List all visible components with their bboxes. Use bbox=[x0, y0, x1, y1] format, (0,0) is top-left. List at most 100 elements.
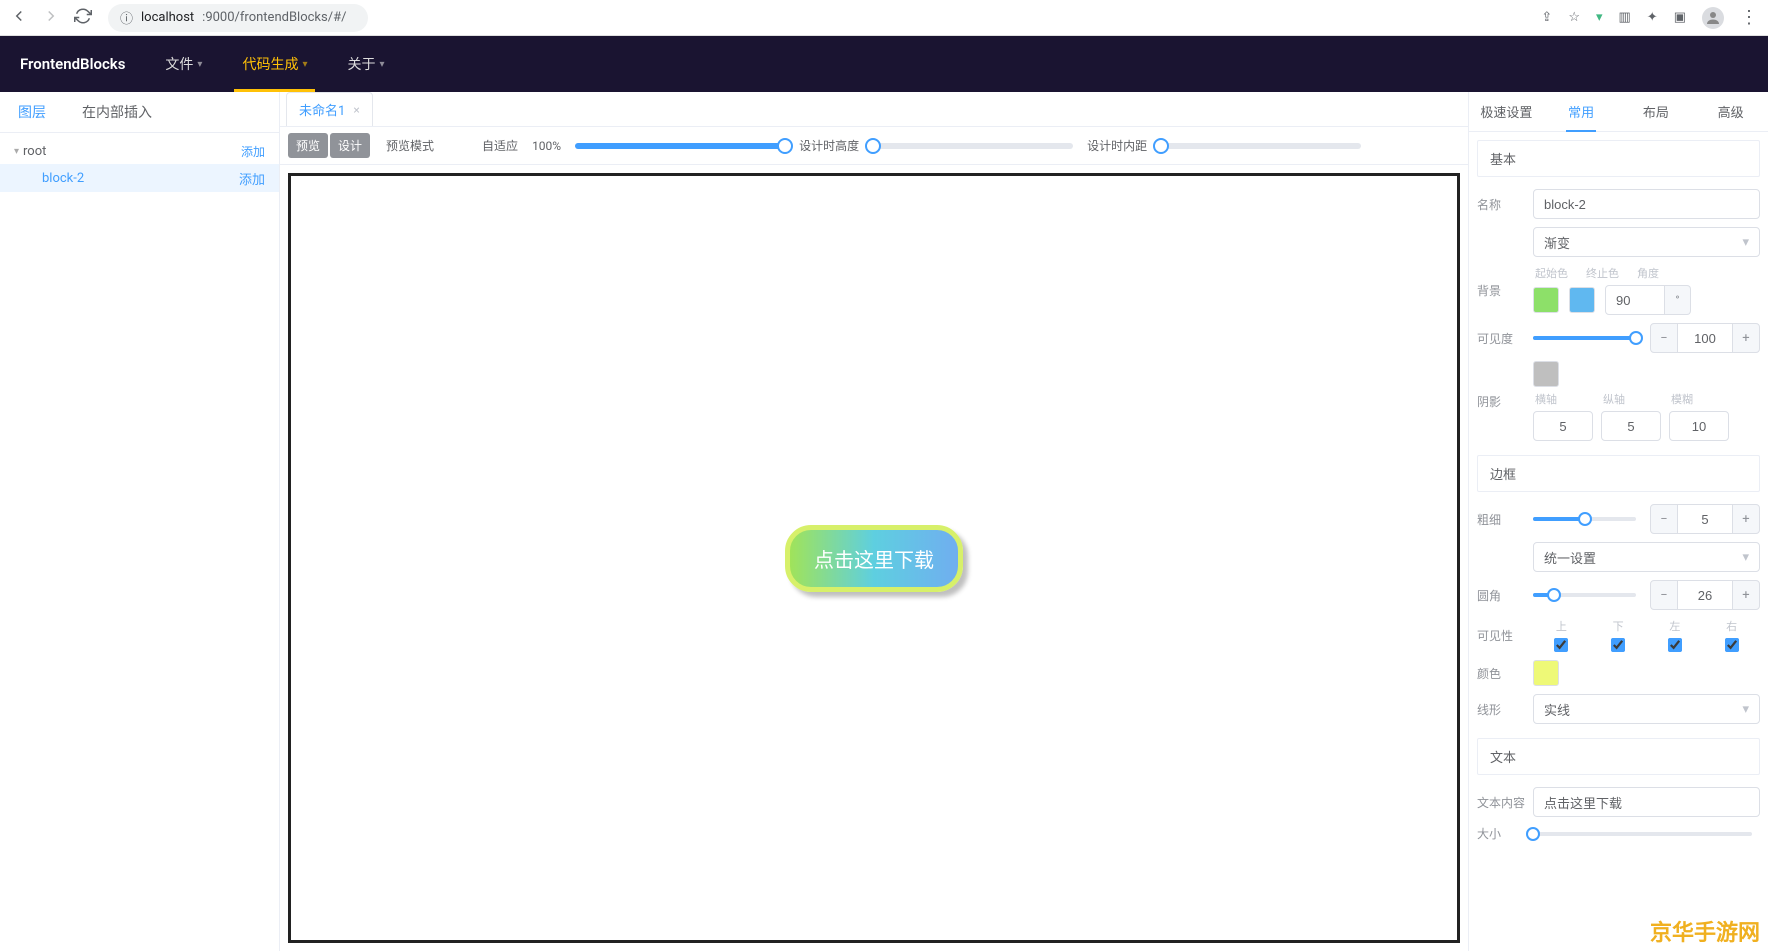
increment-button[interactable]: + bbox=[1732, 580, 1760, 610]
radius-label: 圆角 bbox=[1477, 587, 1533, 604]
increment-button[interactable]: + bbox=[1732, 323, 1760, 353]
thickness-input[interactable] bbox=[1678, 504, 1732, 534]
text-content-label: 文本内容 bbox=[1477, 794, 1533, 811]
visibility-slider[interactable] bbox=[1533, 336, 1636, 340]
tree-item-label: block-2 bbox=[42, 171, 84, 186]
radius-mode-select[interactable]: 统一设置▾ bbox=[1533, 542, 1760, 572]
decrement-button[interactable]: − bbox=[1650, 323, 1678, 353]
shadow-color-swatch[interactable] bbox=[1533, 361, 1559, 387]
kebab-menu-icon[interactable]: ⋮ bbox=[1740, 7, 1758, 28]
download-button[interactable]: 点击这里下载 bbox=[785, 525, 963, 592]
add-layer-button[interactable]: 添加 bbox=[239, 169, 265, 188]
chevron-down-icon: ▾ bbox=[14, 146, 19, 157]
tree-item-block-2[interactable]: block-2 添加 bbox=[0, 164, 279, 192]
close-icon[interactable]: × bbox=[353, 103, 359, 117]
font-size-label: 大小 bbox=[1477, 825, 1533, 842]
radius-slider[interactable] bbox=[1533, 593, 1636, 597]
url-rest: :9000/frontendBlocks/#/ bbox=[202, 10, 346, 25]
text-content-input[interactable] bbox=[1533, 787, 1760, 817]
nav-item-codegen[interactable]: 代码生成▾ bbox=[242, 36, 307, 92]
radius-input[interactable] bbox=[1678, 580, 1732, 610]
increment-button[interactable]: + bbox=[1732, 504, 1760, 534]
nav-item-about[interactable]: 关于▾ bbox=[347, 36, 384, 92]
design-button[interactable]: 设计 bbox=[330, 133, 370, 158]
tab-quick-settings[interactable]: 极速设置 bbox=[1469, 92, 1544, 131]
extension-icon[interactable]: ▥ bbox=[1619, 10, 1631, 25]
tab-insert-inside[interactable]: 在内部插入 bbox=[64, 92, 170, 132]
chevron-down-icon: ▾ bbox=[1742, 550, 1749, 565]
line-style-select[interactable]: 实线▾ bbox=[1533, 694, 1760, 724]
panel-icon[interactable]: ▣ bbox=[1674, 10, 1686, 25]
tab-advanced[interactable]: 高级 bbox=[1693, 92, 1768, 131]
line-style-label: 线形 bbox=[1477, 701, 1533, 718]
shadow-y-input[interactable] bbox=[1601, 411, 1661, 441]
font-size-slider[interactable] bbox=[1533, 832, 1752, 836]
name-label: 名称 bbox=[1477, 196, 1533, 213]
design-padding-slider[interactable] bbox=[1161, 143, 1361, 149]
tab-layout[interactable]: 布局 bbox=[1619, 92, 1694, 131]
browser-nav-cluster bbox=[10, 7, 92, 29]
canvas-toolbar: 预览设计 预览模式 自适应 100% 设计时高度 设计时内距 bbox=[280, 126, 1468, 165]
shadow-blur-input[interactable] bbox=[1669, 411, 1729, 441]
nav-item-file[interactable]: 文件▾ bbox=[165, 36, 202, 92]
side-right-checkbox[interactable] bbox=[1725, 638, 1739, 652]
left-panel: 图层 在内部插入 ▾ root 添加 block-2 添加 bbox=[0, 92, 280, 951]
back-icon[interactable] bbox=[10, 7, 28, 29]
thickness-slider[interactable] bbox=[1533, 517, 1636, 521]
zoom-slider[interactable] bbox=[575, 143, 785, 149]
design-height-slider[interactable] bbox=[873, 143, 1073, 149]
browser-toolbar: ⓘ localhost:9000/frontendBlocks/#/ ⇪ ☆ ▾… bbox=[0, 0, 1768, 36]
visibility-label: 可见度 bbox=[1477, 330, 1533, 347]
design-canvas[interactable]: 点击这里下载 bbox=[288, 173, 1460, 943]
section-text[interactable]: 文本 bbox=[1477, 738, 1760, 775]
bg-start-color-swatch[interactable] bbox=[1533, 287, 1559, 313]
properties-body: 基本 名称 渐变▾ 背景 起始色终止色角度 ° 可见度−+ 阴影 横轴纵轴模 bbox=[1469, 132, 1768, 951]
chevron-down-icon: ▾ bbox=[1742, 235, 1749, 250]
right-tabs: 极速设置 常用 布局 高级 bbox=[1469, 92, 1768, 132]
shadow-label: 阴影 bbox=[1477, 393, 1533, 410]
background-label: 背景 bbox=[1477, 282, 1533, 299]
tab-layers[interactable]: 图层 bbox=[0, 92, 64, 132]
tree-root-label: root bbox=[23, 144, 46, 159]
zoom-value: 100% bbox=[532, 139, 561, 153]
side-left-checkbox[interactable] bbox=[1668, 638, 1682, 652]
name-input[interactable] bbox=[1533, 189, 1760, 219]
add-layer-button[interactable]: 添加 bbox=[241, 143, 265, 160]
angle-unit: ° bbox=[1665, 285, 1691, 315]
vue-devtools-icon[interactable]: ▾ bbox=[1596, 10, 1603, 25]
forward-icon[interactable] bbox=[42, 7, 60, 29]
preview-button[interactable]: 预览 bbox=[288, 133, 328, 158]
side-bottom-checkbox[interactable] bbox=[1611, 638, 1625, 652]
share-icon[interactable]: ⇪ bbox=[1541, 10, 1552, 25]
address-bar[interactable]: ⓘ localhost:9000/frontendBlocks/#/ bbox=[108, 4, 368, 32]
adaptive-label: 自适应 bbox=[482, 137, 518, 154]
thickness-label: 粗细 bbox=[1477, 511, 1533, 528]
mode-label: 预览模式 bbox=[386, 137, 434, 154]
decrement-button[interactable]: − bbox=[1650, 504, 1678, 534]
chevron-down-icon: ▾ bbox=[197, 59, 202, 70]
file-tabs: 未命名1 × bbox=[280, 92, 1468, 126]
bg-angle-input[interactable] bbox=[1605, 285, 1665, 315]
puzzle-icon[interactable]: ✦ bbox=[1647, 10, 1658, 25]
tree-root[interactable]: ▾ root 添加 bbox=[0, 139, 279, 164]
file-tab[interactable]: 未命名1 × bbox=[286, 92, 373, 126]
reload-icon[interactable] bbox=[74, 7, 92, 29]
side-top-checkbox[interactable] bbox=[1554, 638, 1568, 652]
visibility-input[interactable] bbox=[1678, 323, 1732, 353]
chevron-down-icon: ▾ bbox=[1742, 702, 1749, 717]
background-type-select[interactable]: 渐变▾ bbox=[1533, 227, 1760, 257]
tab-common[interactable]: 常用 bbox=[1544, 92, 1619, 131]
right-panel: 极速设置 常用 布局 高级 基本 名称 渐变▾ 背景 起始色终止色角度 ° 可见 bbox=[1468, 92, 1768, 951]
decrement-button[interactable]: − bbox=[1650, 580, 1678, 610]
profile-avatar[interactable] bbox=[1702, 7, 1724, 29]
star-icon[interactable]: ☆ bbox=[1568, 10, 1580, 25]
app-navbar: FrontendBlocks 文件▾ 代码生成▾ 关于▾ bbox=[0, 36, 1768, 92]
brand-logo: FrontendBlocks bbox=[20, 55, 125, 73]
section-border[interactable]: 边框 bbox=[1477, 455, 1760, 492]
center-workspace: 未命名1 × 预览设计 预览模式 自适应 100% 设计时高度 设计时内距 bbox=[280, 92, 1468, 951]
border-color-label: 颜色 bbox=[1477, 665, 1533, 682]
bg-end-color-swatch[interactable] bbox=[1569, 287, 1595, 313]
section-basic[interactable]: 基本 bbox=[1477, 140, 1760, 177]
border-color-swatch[interactable] bbox=[1533, 660, 1559, 686]
shadow-x-input[interactable] bbox=[1533, 411, 1593, 441]
